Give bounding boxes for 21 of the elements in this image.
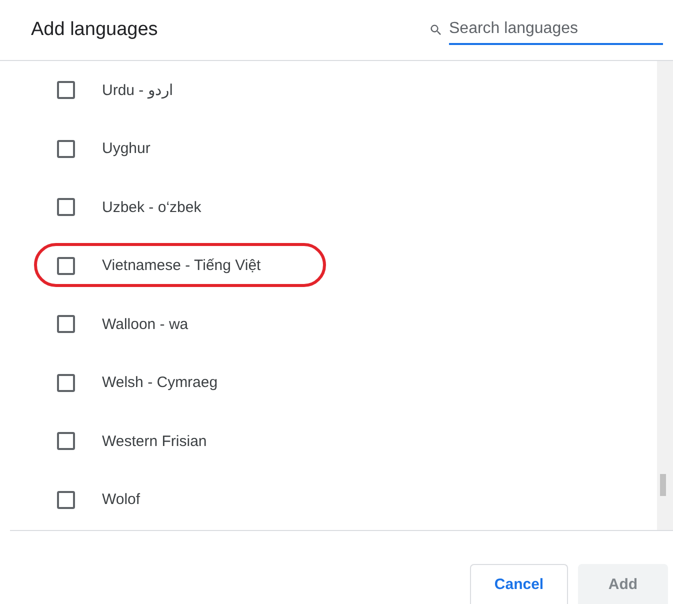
language-label: Western Frisian (102, 432, 207, 450)
language-label: Uyghur (102, 140, 150, 158)
checkbox[interactable] (57, 81, 75, 100)
language-label: Uzbek - o‘zbek (102, 198, 202, 216)
checkbox[interactable] (57, 432, 75, 450)
language-label: Vietnamese - Tiếng Việt (102, 257, 261, 274)
scrollbar-thumb[interactable] (660, 474, 666, 496)
checkbox[interactable] (57, 490, 75, 509)
checkbox[interactable] (57, 140, 75, 158)
cancel-button[interactable]: Cancel (470, 564, 568, 604)
language-label: Urdu - اردو (102, 81, 173, 100)
language-label: Walloon - wa (102, 316, 188, 333)
scrollbar[interactable] (657, 61, 673, 530)
checkbox[interactable] (57, 315, 75, 334)
language-label: Welsh - Cymraeg (102, 374, 218, 392)
dialog-title: Add languages (31, 19, 158, 41)
checkbox[interactable] (57, 198, 75, 216)
checkbox[interactable] (57, 374, 75, 392)
search-icon (429, 23, 443, 37)
checkbox[interactable] (57, 256, 75, 275)
language-label: Wolof (102, 491, 140, 508)
